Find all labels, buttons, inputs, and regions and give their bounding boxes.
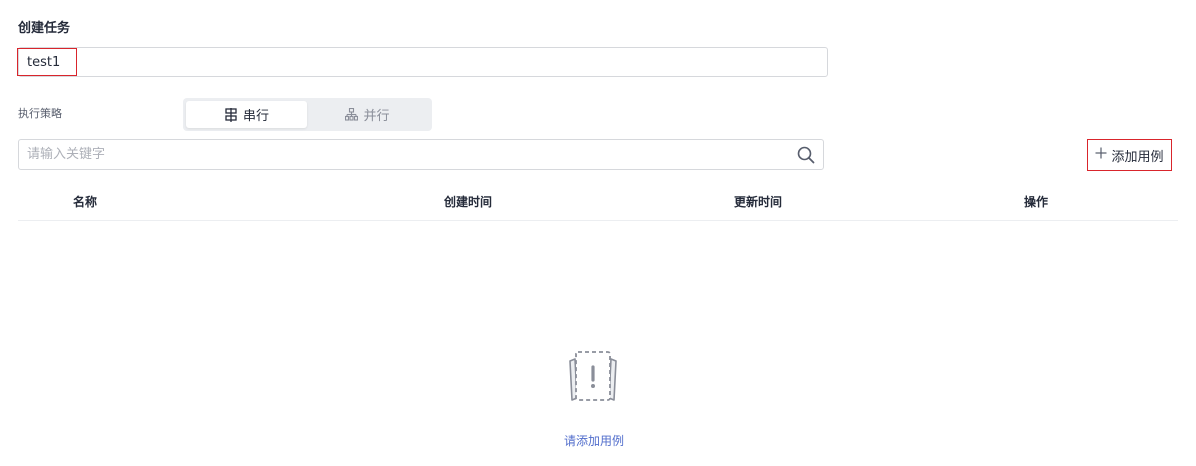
plus-icon [1095,147,1107,163]
search-field[interactable] [18,139,824,170]
strategy-option-parallel[interactable]: 并行 [307,101,428,128]
column-header-name: 名称 [73,195,98,209]
serial-icon [224,107,238,122]
strategy-option-serial[interactable]: 串行 [186,101,307,128]
column-header-actions: 操作 [1024,195,1049,209]
table-header: 名称 创建时间 更新时间 操作 [18,180,1178,221]
create-task-page: 创建任务 执行策略 串行 [0,0,1196,466]
column-header-updated-time: 更新时间 [734,195,783,209]
parallel-icon [345,108,359,121]
search-input[interactable] [19,140,779,169]
empty-document-icon [566,350,620,404]
add-case-empty-link[interactable]: 请添加用例 [564,432,624,449]
strategy-option-parallel-label: 并行 [363,109,390,124]
task-name-field[interactable] [18,47,828,77]
strategy-option-serial-label: 串行 [242,109,269,124]
strategy-label: 执行策略 [18,107,62,120]
add-case-label: 添加用例 [1111,149,1164,165]
task-name-input[interactable] [19,48,827,76]
add-case-button[interactable]: 添加用例 [1087,139,1172,171]
strategy-toggle: 串行 并行 [183,98,432,131]
page-title: 创建任务 [18,21,71,36]
column-header-created-time: 创建时间 [444,195,493,209]
search-icon[interactable] [797,146,815,164]
